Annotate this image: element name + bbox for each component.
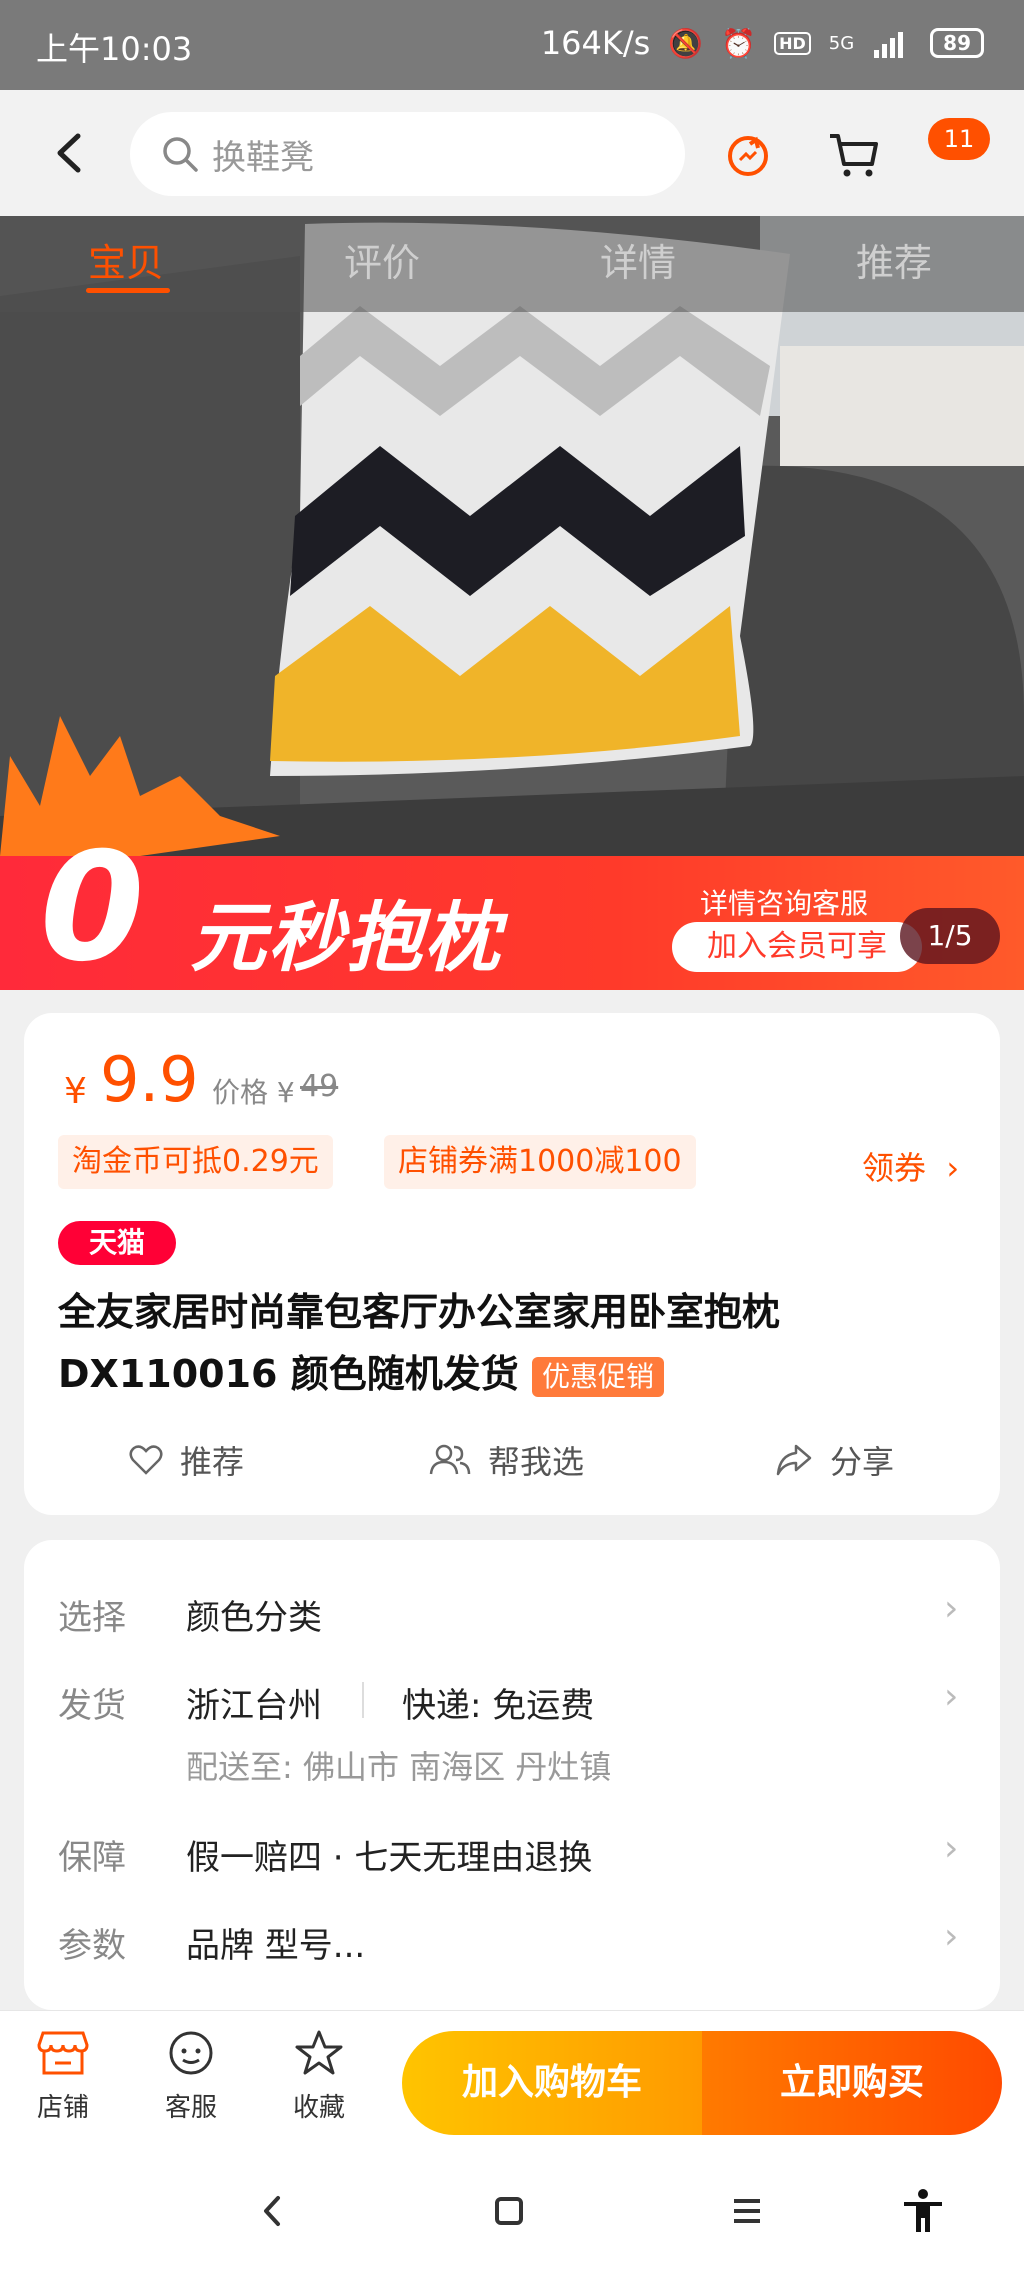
favorite-label: 收藏 xyxy=(292,2093,345,2123)
people-icon xyxy=(429,1444,471,1475)
system-nav-bar xyxy=(0,2152,1024,2276)
network-speed: 164K/s xyxy=(540,24,651,62)
top-nav: 换鞋凳 11 xyxy=(0,90,1024,216)
promo-member-text: 加入会员可享 xyxy=(672,922,922,972)
shop-button[interactable]: 店铺 xyxy=(18,2029,108,2124)
battery-icon: 89 xyxy=(930,28,984,58)
ship-origin: 浙江台州 xyxy=(186,1686,322,1726)
promo-consult-text: 详情咨询客服 xyxy=(700,887,869,920)
guarantee-value: 假一赔四 · 七天无理由退换 xyxy=(186,1838,593,1878)
shop-icon xyxy=(37,2031,89,2075)
back-icon[interactable] xyxy=(248,2186,298,2236)
message-badge[interactable]: 11 xyxy=(928,118,990,160)
service-label: 客服 xyxy=(164,2093,217,2123)
accessibility-icon[interactable] xyxy=(898,2186,948,2236)
chevron-right-icon: › xyxy=(944,1916,959,1957)
params-label: 参数 xyxy=(58,1926,126,1966)
recommend-label: 推荐 xyxy=(180,1443,245,1481)
refresh-icon[interactable] xyxy=(720,126,776,182)
get-coupon-label: 领券 xyxy=(862,1149,927,1187)
product-options-card: 选择 颜色分类 › 发货 浙江台州 快递: 免运费 配送至: 佛山市 南海区 丹… xyxy=(24,1540,1000,2010)
network-type: 5G xyxy=(828,32,855,54)
share-icon xyxy=(776,1444,812,1476)
tab-baobei[interactable]: 宝贝 xyxy=(88,232,164,287)
tab-recommend[interactable]: 推荐 xyxy=(856,232,932,287)
product-banner[interactable]: 宝贝 评价 详情 推荐 0 元秒抱枕 详情咨询客服 加入会员可享 1/5 xyxy=(0,216,1024,990)
coupon-store[interactable]: 店铺券满1000减100 xyxy=(384,1135,696,1189)
help-me-choose-button[interactable]: 帮我选 xyxy=(428,1437,584,1483)
bottom-action-bar: 店铺 客服 收藏 加入购物车 立即购买 xyxy=(0,2010,1024,2152)
menu-icon[interactable] xyxy=(722,2186,772,2236)
alarm-icon: ⏰ xyxy=(721,26,757,60)
chevron-right-icon: › xyxy=(944,1676,959,1717)
tab-active-indicator xyxy=(86,288,170,293)
status-time: 上午10:03 xyxy=(36,30,193,68)
tmall-badge: 天猫 xyxy=(58,1221,176,1265)
tab-details[interactable]: 详情 xyxy=(600,232,676,287)
service-icon xyxy=(169,2031,213,2075)
favorite-button[interactable]: 收藏 xyxy=(274,2029,364,2124)
service-button[interactable]: 客服 xyxy=(146,2029,236,2124)
params-value: 品牌 型号... xyxy=(186,1926,366,1966)
product-title: 全友家居时尚靠包客厅办公室家用卧室抱枕DX110016 颜色随机发货 优惠促销 xyxy=(58,1281,958,1405)
select-value: 颜色分类 xyxy=(186,1598,322,1638)
share-label: 分享 xyxy=(830,1443,895,1481)
star-icon xyxy=(295,2030,343,2075)
guarantee-label: 保障 xyxy=(58,1838,126,1878)
recommend-button[interactable]: 推荐 xyxy=(128,1437,244,1483)
promo-title: 元秒抱枕 xyxy=(190,893,502,982)
hd-icon: HD xyxy=(774,31,811,55)
signal-icon xyxy=(874,32,904,58)
search-input[interactable]: 换鞋凳 xyxy=(130,112,685,196)
buy-now-button[interactable]: 立即购买 xyxy=(702,2031,1002,2135)
share-button[interactable]: 分享 xyxy=(774,1437,894,1483)
currency-symbol: ¥ xyxy=(64,1071,87,1112)
search-icon xyxy=(163,137,198,172)
ship-express: 快递: 免运费 xyxy=(402,1686,595,1726)
sale-price: 9.9 xyxy=(100,1043,199,1116)
original-price: 49 xyxy=(300,1069,339,1104)
status-bar: 上午10:03 164K/s 🔕 ⏰ HD 5G 89 xyxy=(0,0,1024,90)
promo-tag[interactable]: 优惠促销 xyxy=(531,1356,664,1397)
deliver-to: 配送至: 佛山市 南海区 丹灶镇 xyxy=(186,1748,612,1786)
ship-label: 发货 xyxy=(58,1686,126,1726)
add-to-cart-button[interactable]: 加入购物车 xyxy=(402,2031,702,2135)
product-title-text: 全友家居时尚靠包客厅办公室家用卧室抱枕DX110016 颜色随机发货 xyxy=(58,1290,781,1396)
original-price-label: 价格 ¥ xyxy=(212,1076,295,1109)
tab-bar: 宝贝 评价 详情 推荐 xyxy=(0,216,1024,312)
select-label: 选择 xyxy=(58,1598,126,1638)
status-icons: 164K/s 🔕 ⏰ HD 5G 89 xyxy=(541,24,984,62)
tab-reviews[interactable]: 评价 xyxy=(344,232,420,287)
heart-icon xyxy=(129,1445,163,1475)
home-icon[interactable] xyxy=(484,2186,534,2236)
search-placeholder: 换鞋凳 xyxy=(212,138,314,178)
get-coupon-link[interactable]: 领券 › xyxy=(862,1143,959,1189)
shop-label: 店铺 xyxy=(36,2093,89,2123)
coupon-taojinbi[interactable]: 淘金币可抵0.29元 xyxy=(58,1135,333,1189)
help-me-choose-label: 帮我选 xyxy=(488,1443,585,1481)
cart-icon[interactable] xyxy=(826,126,882,182)
mute-icon: 🔕 xyxy=(668,26,704,60)
chevron-right-icon: › xyxy=(936,1149,960,1187)
chevron-right-icon: › xyxy=(944,1588,959,1629)
promo-zero: 0 xyxy=(40,821,145,990)
product-info-card: ¥ 9.9 价格 ¥ 49 淘金币可抵0.29元 店铺券满1000减100 领券… xyxy=(24,1013,1000,1515)
image-counter: 1/5 xyxy=(900,908,1000,964)
chevron-right-icon: › xyxy=(944,1828,959,1869)
back-icon[interactable] xyxy=(48,128,92,178)
divider xyxy=(362,1682,364,1718)
